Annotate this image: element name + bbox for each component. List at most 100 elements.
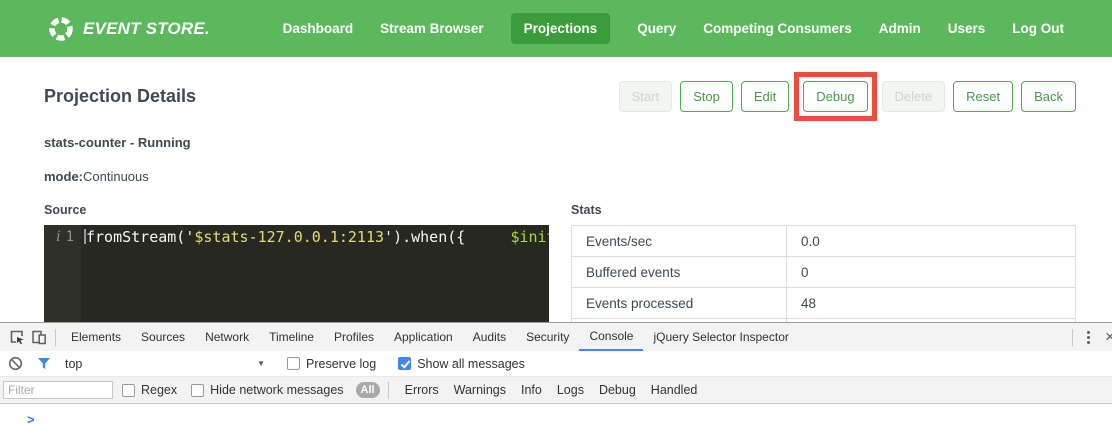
level-filter-info[interactable]: Info [521,383,542,397]
tabbar-separator [55,329,56,346]
gutter-info-marker: i [56,227,60,247]
stats-label: Stats [571,203,1076,217]
console-filter-input[interactable] [3,381,113,399]
tabbar-right-controls: × [1067,323,1112,351]
stat-name: Events processed [572,288,787,319]
context-dropdown-caret-icon: ▼ [257,359,265,368]
nav-item-query[interactable]: Query [637,21,676,36]
level-filter-debug[interactable]: Debug [599,383,636,397]
nav-item-log-out[interactable]: Log Out [1012,21,1064,36]
stop-button[interactable]: Stop [680,81,733,112]
projection-mode: mode:Continuous [44,169,1076,184]
preserve-log-label: Preserve log [306,357,376,371]
devtools-menu-icon[interactable] [1078,331,1099,344]
line-number: 1 [66,227,74,247]
code-token [465,228,510,246]
code-token: ' [384,228,393,246]
console-filter-funnel-icon[interactable] [33,353,55,375]
editor-gutter: i 1 [44,225,81,322]
title-row: Projection Details Start Stop Edit Debug Del… [44,76,1076,116]
show-all-messages-group: Show all messages [398,357,525,371]
context-selector-value: top [65,357,82,371]
clear-console-icon[interactable] [4,353,26,375]
tabbar-right-separator [1072,329,1073,346]
event-store-logo-icon [48,16,74,42]
regex-label: Regex [141,383,177,397]
back-button[interactable]: Back [1021,81,1076,112]
devtools-tab-profiles[interactable]: Profiles [324,323,384,351]
devtools-tab-elements[interactable]: Elements [61,323,131,351]
console-prompt-chevron[interactable]: > [27,412,35,427]
execution-context-selector[interactable]: top ▼ [65,357,265,371]
show-all-messages-label: Show all messages [417,357,525,371]
inspect-element-icon[interactable] [6,326,28,348]
event-store-logo[interactable]: EVENT STORE. [48,16,210,42]
mode-label: mode: [44,169,83,184]
detail-columns: Source i 1 fromStream('$stats-127.0.0.1:… [44,203,1076,322]
console-toolbar: top ▼ Preserve log Show all messages [0,351,1112,377]
code-token: fromStream( [86,228,185,246]
nav-item-users[interactable]: Users [948,21,986,36]
stats-row-buffered-events: Buffered events0 [572,257,1076,288]
projection-action-buttons: Start Stop Edit Debug DeleteReset Back [619,72,1076,121]
code-line: fromStream('$stats-127.0.0.1:2113').when… [81,225,549,322]
console-output[interactable]: > [0,404,1112,427]
delete-button[interactable]: Delete [882,81,946,112]
stats-panel: Stats Events/sec0.0Buffered events0Event… [571,203,1076,322]
devtools-tab-application[interactable]: Application [384,323,463,351]
stats-row-events-sec: Events/sec0.0 [572,226,1076,257]
mode-value: Continuous [83,169,149,184]
devtools-tab-timeline[interactable]: Timeline [259,323,324,351]
stats-table-clip: Events/sec0.0Buffered events0Events proc… [571,225,1076,322]
projection-status: stats-counter - Running [44,135,1076,150]
stat-name: Events/sec [572,226,787,257]
level-filter-handled[interactable]: Handled [651,383,698,397]
reset-button[interactable]: Reset [953,81,1013,112]
devtools-panel: ElementsSourcesNetworkTimelineProfilesAp… [0,322,1112,440]
nav-item-stream-browser[interactable]: Stream Browser [380,21,484,36]
filterbar-separator [388,382,389,399]
stats-row-events-processed: Events processed48 [572,288,1076,319]
level-filter-logs[interactable]: Logs [557,383,584,397]
projection-details-page: Projection Details Start Stop Edit Debug Del… [0,57,1112,322]
stat-value: 48 [787,288,1076,319]
app-header: EVENT STORE. Dashboard Stream Browser Proj… [0,0,1112,57]
hide-network-messages-label: Hide network messages [210,383,343,397]
start-button[interactable]: Start [619,81,672,112]
hide-network-messages-checkbox[interactable] [191,384,204,397]
source-panel: Source i 1 fromStream('$stats-127.0.0.1:… [44,203,549,322]
show-all-messages-checkbox[interactable] [398,357,411,370]
debug-button[interactable]: Debug [803,81,867,112]
filter-all-badge[interactable]: All [356,382,380,398]
nav-item-competing-consumers[interactable]: Competing Consumers [703,21,852,36]
source-label: Source [44,203,549,217]
regex-checkbox[interactable] [122,384,135,397]
device-toolbar-icon[interactable] [28,326,50,348]
nav-item-projections[interactable]: Projections [511,13,611,44]
source-code-editor[interactable]: i 1 fromStream('$stats-127.0.0.1:2113').… [44,225,549,322]
devtools-tab-console[interactable]: Console [579,323,643,351]
devtools-tab-audits[interactable]: Audits [463,323,516,351]
hide-network-group: Hide network messages [191,383,343,397]
devtools-tabs: ElementsSourcesNetworkTimelineProfilesAp… [61,323,799,351]
devtools-tab-sources[interactable]: Sources [131,323,195,351]
preserve-log-checkbox[interactable] [287,357,300,370]
page-title: Projection Details [44,86,196,107]
stats-table: Events/sec0.0Buffered events0Events proc… [571,225,1076,322]
code-token: ).when({ [393,228,465,246]
devtools-tabbar: ElementsSourcesNetworkTimelineProfilesAp… [0,323,1112,351]
devtools-close-icon[interactable]: × [1099,327,1112,347]
nav-item-admin[interactable]: Admin [879,21,921,36]
devtools-tab-jquery-selector-inspector[interactable]: jQuery Selector Inspector [643,323,798,351]
level-filter-warnings[interactable]: Warnings [454,383,506,397]
debug-highlight-annotation: Debug [794,72,876,121]
nav-item-dashboard[interactable]: Dashboard [283,21,354,36]
edit-button[interactable]: Edit [741,81,789,112]
console-filter-bar: Regex Hide network messages All Errors Wa… [0,377,1112,404]
stat-name: Buffered events [572,257,787,288]
stat-value: 0.0 [787,226,1076,257]
devtools-tab-security[interactable]: Security [516,323,579,351]
devtools-tab-network[interactable]: Network [195,323,259,351]
stat-value: 0 [787,257,1076,288]
level-filter-errors[interactable]: Errors [405,383,439,397]
